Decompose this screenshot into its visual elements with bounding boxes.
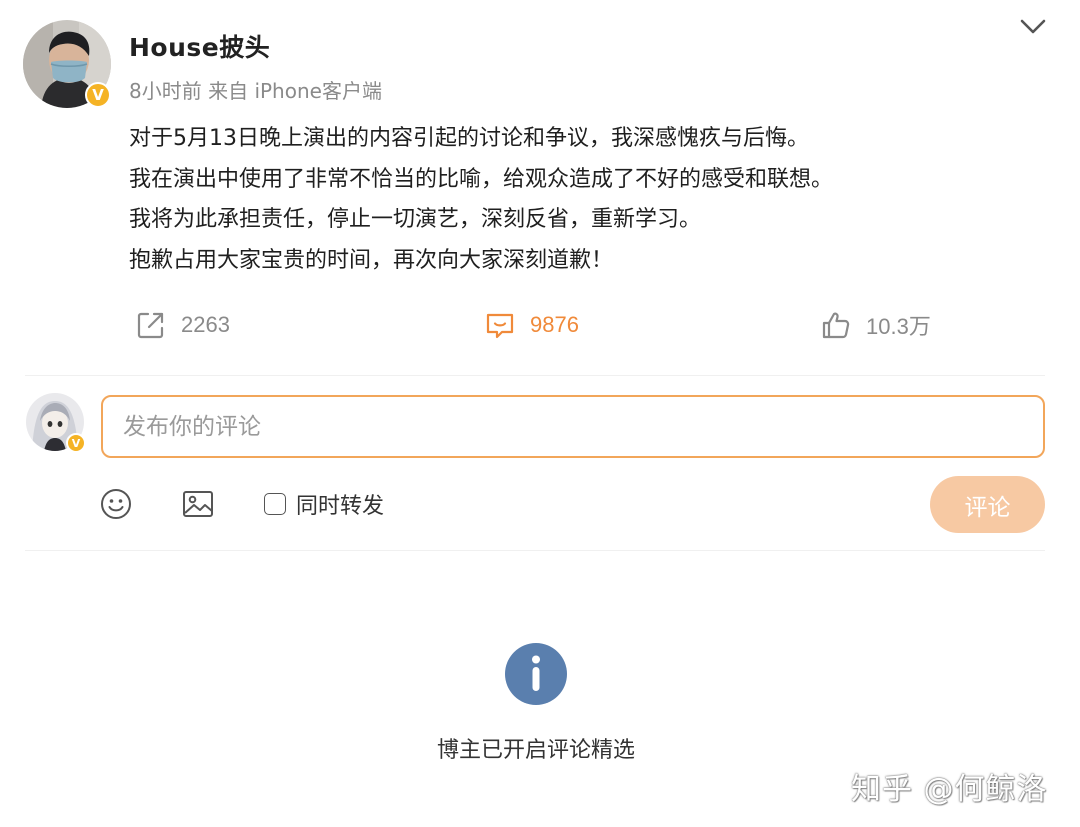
divider [25,375,1045,376]
post-content: 对于5月13日晚上演出的内容引起的讨论和争议，我深感愧疚与后悔。 我在演出中使用… [129,119,1029,281]
post-text-line: 我将为此承担责任，停止一切演艺，深刻反省，重新学习。 [129,207,702,232]
checkbox-box[interactable] [264,493,286,515]
emoji-icon[interactable] [99,487,133,521]
share-icon [137,312,164,339]
comment-icon [486,313,514,339]
repost-button[interactable]: 2263 [135,306,230,344]
info-icon [505,643,567,705]
comment-count: 9876 [530,312,579,337]
also-repost-label: 同时转发 [296,494,385,519]
post-text-line: 抱歉占用大家宝贵的时间，再次向大家深刻道歉！ [129,247,614,273]
author-avatar[interactable]: V [23,20,111,108]
comment-button[interactable]: 9876 [484,306,579,344]
like-button[interactable]: 10.3万 [820,306,931,344]
submit-comment-button[interactable]: 评论 [930,476,1045,533]
image-icon[interactable] [181,487,215,521]
also-repost-checkbox[interactable]: 同时转发 [264,488,384,520]
post-meta: 8小时前 来自 iPhone客户端 [129,79,382,103]
repost-count: 2263 [181,312,230,337]
author-name[interactable]: House披头 [129,28,270,64]
user-avatar[interactable]: V [26,393,86,453]
watermark: 知乎 @何鲸洛 [851,772,1048,807]
thumbs-up-icon [822,312,850,339]
comment-selection-notice: 博主已开启评论精选 [436,738,635,763]
post-text-line: 对于5月13日晚上演出的内容引起的讨论和争议，我深感愧疚与后悔。 [129,126,809,151]
post-text-line: 我在演出中使用了非常不恰当的比喻，给观众造成了不好的感受和联想。 [129,166,834,192]
like-count: 10.3万 [866,314,931,339]
verified-badge: V [66,433,86,453]
divider [25,550,1045,551]
chevron-down-icon[interactable] [1016,14,1050,40]
verified-badge: V [85,82,111,108]
comment-input[interactable] [101,395,1045,458]
